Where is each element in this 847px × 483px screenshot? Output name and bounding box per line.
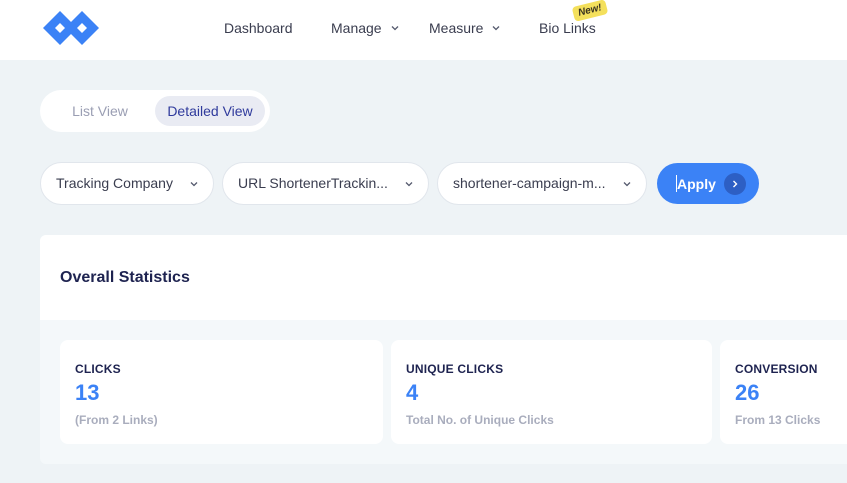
campaign-select-value: shortener-campaign-m... [453, 175, 606, 191]
logo-icon[interactable] [40, 10, 102, 46]
nav-manage[interactable]: Manage [331, 20, 400, 36]
nav-measure[interactable]: Measure [429, 20, 501, 36]
company-select-value: Tracking Company [56, 175, 173, 191]
list-view-button[interactable]: List View [58, 96, 142, 126]
chevron-down-icon [405, 182, 413, 187]
stat-card-conversion: CONVERSION 26 From 13 Clicks [720, 340, 847, 444]
stat-card-clicks: CLICKS 13 (From 2 Links) [60, 340, 383, 444]
nav-bio-links-label: Bio Links [539, 20, 596, 36]
chevron-down-icon [190, 182, 198, 187]
nav-dashboard[interactable]: Dashboard [224, 20, 293, 36]
chevron-down-icon [623, 182, 631, 187]
nav-dashboard-label: Dashboard [224, 20, 293, 36]
stat-subtext: Total No. of Unique Clicks [406, 413, 554, 427]
apply-label: Apply [677, 176, 716, 192]
company-select[interactable]: Tracking Company [40, 162, 214, 205]
detailed-view-button[interactable]: Detailed View [155, 96, 265, 126]
top-navigation-bar: Dashboard Manage Measure Bio Links New! [0, 0, 847, 60]
stat-subtext: From 13 Clicks [735, 413, 821, 427]
stat-label: CLICKS [75, 362, 121, 376]
stat-value: 26 [735, 380, 760, 405]
url-select[interactable]: URL ShortenerTrackin... [222, 162, 429, 205]
overall-statistics-panel: Overall Statistics CLICKS 13 (From 2 Lin… [40, 235, 847, 464]
stat-label: CONVERSION [735, 362, 818, 376]
url-select-value: URL ShortenerTrackin... [238, 175, 388, 191]
stat-subtext: (From 2 Links) [75, 413, 158, 427]
nav-manage-label: Manage [331, 20, 382, 36]
apply-button[interactable]: Apply [657, 163, 759, 204]
stat-label: UNIQUE CLICKS [406, 362, 504, 376]
chevron-down-icon [391, 26, 399, 31]
view-toggle: List View Detailed View [40, 90, 270, 132]
statistics-header: Overall Statistics [40, 235, 847, 320]
new-badge: New! [571, 0, 609, 22]
stat-value: 13 [75, 380, 100, 405]
statistics-title: Overall Statistics [60, 269, 190, 286]
campaign-select[interactable]: shortener-campaign-m... [437, 162, 647, 205]
chevron-right-icon [724, 173, 746, 195]
stat-value: 4 [406, 380, 419, 405]
nav-measure-label: Measure [429, 20, 484, 36]
stat-card-unique-clicks: UNIQUE CLICKS 4 Total No. of Unique Clic… [391, 340, 712, 444]
chevron-down-icon [493, 26, 500, 31]
nav-bio-links[interactable]: Bio Links [539, 20, 596, 36]
